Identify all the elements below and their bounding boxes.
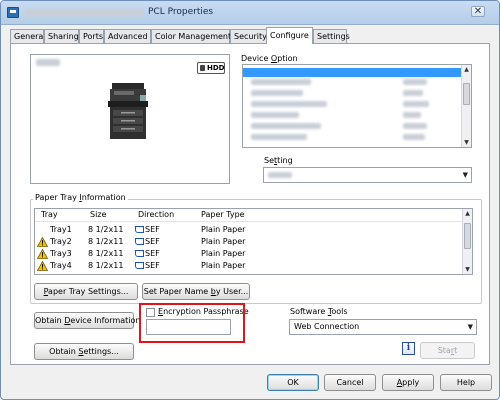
tab-ports[interactable]: Ports [79,29,104,43]
chevron-down-icon: ▼ [462,171,468,179]
tray-size: 8 1/2x11 [88,225,124,234]
cancel-button[interactable]: Cancel [324,374,376,391]
redacted-option [251,101,327,107]
scroll-thumb[interactable] [463,83,470,105]
column-size[interactable]: Size [90,209,106,221]
tray-name: Tray4 [50,261,72,270]
table-row[interactable]: Tray1 8 1/2x11 SEF Plain Paper [35,224,465,236]
device-option-label: Device Option [241,54,298,63]
paper-tray-settings-button[interactable]: Paper Tray Settings... [34,283,138,300]
scroll-up-icon[interactable]: ▲ [462,65,471,74]
tray-size: 8 1/2x11 [88,249,124,258]
redacted-option [251,90,303,96]
obtain-device-information-button[interactable]: Obtain Device Information [34,312,140,329]
tray-name: Tray2 [50,237,72,246]
warning-icon [37,261,48,271]
tray-name: Tray3 [50,249,72,258]
device-option-list[interactable]: ▲ ▼ [242,64,472,148]
scroll-down-icon[interactable]: ▼ [463,265,472,274]
tab-advanced[interactable]: Advanced [104,29,151,43]
printer-image [108,83,148,139]
tray-name: Tray1 [50,225,72,234]
redacted-value [403,90,423,96]
column-tray[interactable]: Tray [41,209,58,221]
redacted-printer-name [24,9,144,17]
software-tools-select[interactable]: Web Connection ▼ [289,319,477,335]
properties-window: PCL Properties ✕ General Sharing Ports A… [0,0,500,400]
redacted-option [251,123,321,129]
table-row[interactable]: Tray4 8 1/2x11 SEF Plain Paper [35,260,465,272]
setting-combo[interactable]: ▼ [263,167,472,183]
apply-button[interactable]: Apply [382,374,434,391]
warning-icon [37,249,48,259]
tray-table-header: Tray Size Direction Paper Type [35,209,465,222]
hdd-badge: HDD [197,62,225,74]
tray-paper-type: Plain Paper [201,261,246,270]
scroll-up-icon[interactable]: ▲ [463,209,472,218]
redacted-option [251,134,307,140]
scroll-down-icon[interactable]: ▼ [462,138,471,147]
sef-icon [135,250,144,257]
scroll-thumb[interactable] [464,223,471,249]
chevron-down-icon: ▼ [467,323,473,331]
tab-sharing[interactable]: Sharing [44,29,79,43]
redacted-value [403,101,429,107]
sef-icon [135,262,144,269]
tray-paper-type: Plain Paper [201,225,246,234]
column-direction[interactable]: Direction [138,209,174,221]
tab-general[interactable]: General [10,29,46,43]
obtain-settings-button[interactable]: Obtain Settings... [34,343,134,360]
tray-paper-type: Plain Paper [201,237,246,246]
sef-icon [135,238,144,245]
redacted-value [403,112,421,118]
redacted-value [403,123,427,129]
table-row[interactable]: Tray2 8 1/2x11 SEF Plain Paper [35,236,465,248]
set-paper-name-button[interactable]: Set Paper Name by User... [142,283,250,300]
setting-label: Setting [264,156,293,165]
paper-tray-list[interactable]: Tray Size Direction Paper Type Tray1 8 1… [34,208,473,275]
warning-icon [37,237,48,247]
tray-paper-type: Plain Paper [201,249,246,258]
title-bar[interactable]: PCL Properties ✕ [1,1,499,25]
column-paper-type[interactable]: Paper Type [201,209,245,221]
device-option-scrollbar[interactable]: ▲ ▼ [461,65,471,147]
tab-configure[interactable]: Configure [266,27,313,44]
tab-security[interactable]: Security [230,29,267,43]
tray-size: 8 1/2x11 [88,237,124,246]
tray-size: 8 1/2x11 [88,261,124,270]
redacted-value [403,79,427,85]
close-button[interactable]: ✕ [471,6,485,17]
redacted-model-name [36,59,60,66]
sef-icon [135,226,144,233]
info-icon[interactable]: i [402,342,415,355]
tab-color-management[interactable]: Color Management [151,29,231,43]
tray-direction: SEF [135,248,160,260]
help-button[interactable]: Help [440,374,492,391]
redacted-setting-value [268,172,292,178]
printer-app-icon [7,7,19,18]
redacted-option [251,79,311,85]
redacted-value [403,134,425,140]
software-tools-label: Software Tools [290,307,348,316]
paper-tray-legend: Paper Tray Information [33,193,128,202]
ok-button[interactable]: OK [267,374,319,391]
selected-option-row[interactable] [243,68,461,77]
tray-direction: SEF [135,224,160,236]
tray-direction: SEF [135,260,160,272]
redacted-option [251,112,299,118]
software-tools-value: Web Connection [294,322,360,331]
start-button[interactable]: Start [420,342,475,359]
highlight-box [139,303,245,343]
tray-direction: SEF [135,236,160,248]
tray-list-scrollbar[interactable]: ▲ ▼ [462,209,472,274]
tab-settings[interactable]: Settings [313,29,350,43]
table-row[interactable]: Tray3 8 1/2x11 SEF Plain Paper [35,248,465,260]
window-title: PCL Properties [148,7,214,17]
